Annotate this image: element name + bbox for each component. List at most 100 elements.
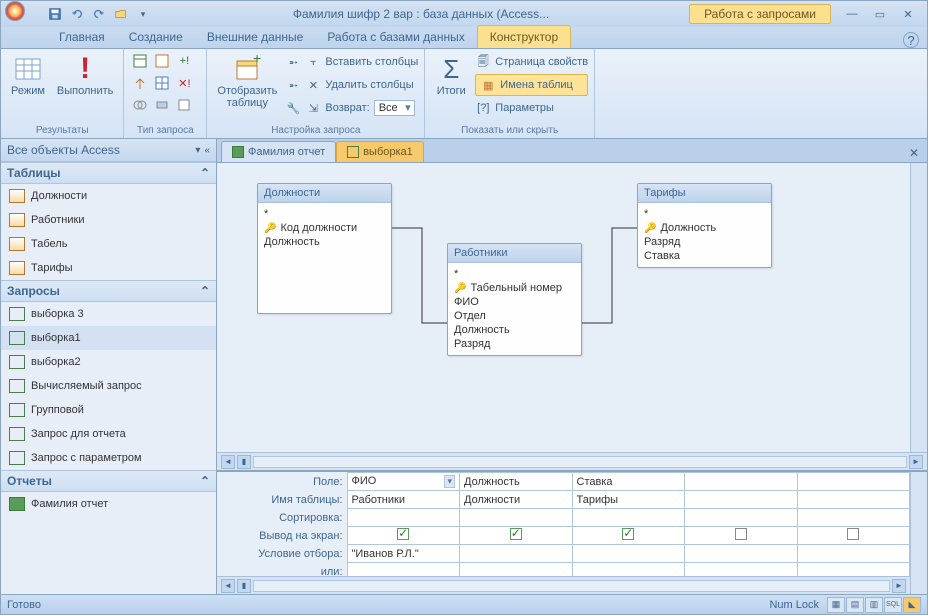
grid-cell-criteria[interactable] [685,545,798,563]
run-button[interactable]: ! Выполнить [53,51,117,99]
minimize-button[interactable]: — [841,6,863,22]
grid-cell-field[interactable] [685,473,798,491]
grid-cell-sort[interactable] [685,509,798,527]
grid-cell-show[interactable] [347,527,460,545]
datadefinition-icon[interactable] [174,95,194,115]
grid-cell-show[interactable] [460,527,573,545]
nav-item-query[interactable]: Запрос для отчета [1,422,216,446]
table-field[interactable]: 🔑Должность [644,221,765,235]
grid-cell-or[interactable] [685,563,798,577]
scroll-thumb-icon[interactable]: ▮ [237,455,251,469]
undo-icon[interactable] [67,4,87,24]
nav-item-table[interactable]: Тарифы [1,256,216,280]
scroll-left-icon[interactable]: ◄ [221,455,235,469]
show-table-button[interactable]: + Отобразить таблицу [213,51,281,111]
grid-cell-criteria[interactable] [797,545,910,563]
nav-dropdown-icon[interactable]: ▾ [195,145,200,156]
grid-cell-show[interactable] [797,527,910,545]
vertical-scrollbar[interactable] [910,163,927,452]
property-sheet-button[interactable]: 🗐Страница свойств [475,51,588,73]
close-button[interactable]: ✕ [897,6,919,22]
grid-cell-table[interactable]: Работники [347,491,460,509]
insert-cols-button[interactable]: ⫟Вставить столбцы [305,51,418,73]
view-sql-button[interactable]: SQL [884,597,902,613]
nav-item-query[interactable]: выборка 3 [1,302,216,326]
table-field[interactable]: Разряд [644,235,765,249]
view-pivottable-button[interactable]: ▤ [846,597,864,613]
tab-home[interactable]: Главная [47,26,117,48]
table-field[interactable]: * [264,207,385,221]
grid-cell-sort[interactable] [347,509,460,527]
insert-rows-button[interactable]: ➵ [285,51,301,73]
grid-cell-show[interactable] [685,527,798,545]
diagram-area[interactable]: Должности * 🔑Код должности Должность Раб… [217,163,910,452]
table-field[interactable]: ФИО [454,295,575,309]
table-box[interactable]: Работники * 🔑Табельный номер ФИО Отдел Д… [447,243,582,356]
delete-rows-button[interactable]: ➵ [285,74,301,96]
grid-cell-table[interactable] [685,491,798,509]
grid-cell-sort[interactable] [572,509,685,527]
grid-cell-or[interactable] [460,563,573,577]
return-select[interactable]: Все [374,100,415,116]
table-field[interactable]: 🔑Код должности [264,221,385,235]
grid-cell-table[interactable] [797,491,910,509]
nav-section-queries[interactable]: Запросы⌃ [1,280,216,302]
grid-cell-show[interactable] [572,527,685,545]
crosstab-icon[interactable] [152,73,172,93]
grid-cell-criteria[interactable]: "Иванов Р.Л." [347,545,460,563]
nav-header[interactable]: Все объекты Access ▾« [1,139,216,162]
grid-cell-table[interactable]: Должности [460,491,573,509]
open-icon[interactable] [111,4,131,24]
table-field[interactable]: Должность [264,235,385,249]
delete-cols-button[interactable]: ✕Удалить столбцы [305,74,418,96]
table-field[interactable]: Ставка [644,249,765,263]
nav-collapse-icon[interactable]: « [204,145,210,156]
view-datasheet-button[interactable]: ▦ [827,597,845,613]
nav-item-table[interactable]: Должности [1,184,216,208]
nav-item-table[interactable]: Работники [1,208,216,232]
grid-cell-criteria[interactable] [572,545,685,563]
passthrough-icon[interactable] [152,95,172,115]
scroll-right-icon[interactable]: ► [909,455,923,469]
vertical-scrollbar[interactable] [910,472,927,594]
doc-close-button[interactable]: ✕ [901,144,927,162]
table-field[interactable]: Должность [454,323,575,337]
grid-cell-field[interactable]: Ставка [572,473,685,491]
table-box[interactable]: Должности * 🔑Код должности Должность [257,183,392,314]
redo-icon[interactable] [89,4,109,24]
nav-section-tables[interactable]: Таблицы⌃ [1,162,216,184]
tab-create[interactable]: Создание [117,26,195,48]
checkbox-icon[interactable] [847,528,859,540]
nav-item-report[interactable]: Фамилия отчет [1,492,216,516]
maketable-icon[interactable] [152,51,172,71]
totals-button[interactable]: Σ Итоги [431,51,471,99]
table-box[interactable]: Тарифы * 🔑Должность Разряд Ставка [637,183,772,268]
grid-cell-table[interactable]: Тарифы [572,491,685,509]
grid-cell-sort[interactable] [460,509,573,527]
nav-item-query[interactable]: Вычисляемый запрос [1,374,216,398]
scroll-left-icon[interactable]: ◄ [221,579,235,593]
nav-item-query[interactable]: выборка2 [1,350,216,374]
checkbox-icon[interactable] [622,528,634,540]
view-button[interactable]: Режим [7,51,49,99]
table-names-button[interactable]: ▦Имена таблиц [475,74,588,96]
qat-more-icon[interactable]: ▾ [133,4,153,24]
select-query-icon[interactable] [130,51,150,71]
nav-item-table[interactable]: Табель [1,232,216,256]
tab-design[interactable]: Конструктор [477,25,571,48]
grid-cell-field[interactable]: ФИО [347,473,460,491]
table-field[interactable]: Отдел [454,309,575,323]
checkbox-icon[interactable] [397,528,409,540]
tab-database[interactable]: Работа с базами данных [315,26,476,48]
nav-item-query[interactable]: Групповой [1,398,216,422]
grid-hscroll[interactable]: ◄ ▮ ► [217,576,910,594]
grid-cell-sort[interactable] [797,509,910,527]
update-icon[interactable] [130,73,150,93]
nav-section-reports[interactable]: Отчеты⌃ [1,470,216,492]
grid-cell-or[interactable] [572,563,685,577]
table-field[interactable]: 🔑Табельный номер [454,281,575,295]
save-icon[interactable] [45,4,65,24]
tab-external[interactable]: Внешние данные [195,26,316,48]
delete-query-icon[interactable]: ✕! [174,73,194,93]
scroll-thumb-icon[interactable]: ▮ [237,579,251,593]
